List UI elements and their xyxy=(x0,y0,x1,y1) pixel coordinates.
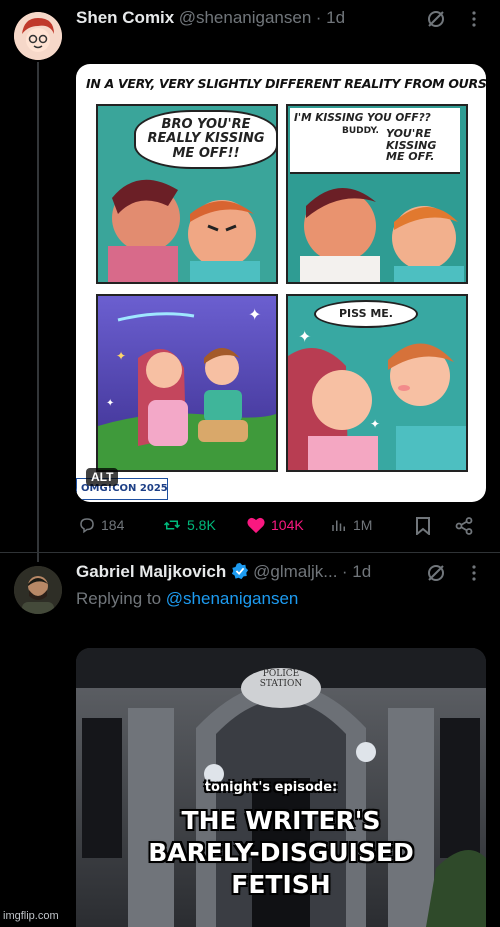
svg-text:✦: ✦ xyxy=(116,349,126,363)
reply-time[interactable]: · 1d xyxy=(342,562,371,581)
reply-author-handle[interactable]: @glmaljk... xyxy=(253,562,337,581)
avatar[interactable] xyxy=(14,566,62,614)
more-icon[interactable] xyxy=(466,562,482,584)
comic-title: IN A VERY, VERY SLIGHTLY DIFFERENT REALI… xyxy=(86,76,486,91)
comic-image[interactable]: IN A VERY, VERY SLIGHTLY DIFFERENT REALI… xyxy=(76,64,486,502)
meme-caption-line-3: FETISH xyxy=(231,870,331,899)
svg-text:✦: ✦ xyxy=(248,305,261,324)
more-icon[interactable] xyxy=(466,8,482,30)
views-button[interactable]: 1M xyxy=(330,516,372,534)
grok-icon[interactable] xyxy=(424,8,448,30)
svg-text:✦: ✦ xyxy=(106,398,114,409)
reply-header: Gabriel Maljkovich @glmaljk... · 1d xyxy=(76,562,371,585)
replying-handle-link[interactable]: @shenanigansen xyxy=(166,589,299,608)
comic-panel-3: ✦ ✦ ✦ xyxy=(96,294,278,472)
alt-badge[interactable]: ALT xyxy=(86,468,119,486)
imgflip-watermark: imgflip.com xyxy=(3,910,59,922)
like-button[interactable]: 104K xyxy=(246,516,304,534)
repost-button[interactable]: 5.8K xyxy=(162,516,216,534)
panel1-speech: BRO YOU'RE REALLY KISSING ME OFF!! xyxy=(134,110,276,169)
svg-text:✦: ✦ xyxy=(298,327,311,346)
comic-panel-4: ✦ ✦ PISS ME. xyxy=(286,294,468,472)
repost-count: 5.8K xyxy=(187,517,216,533)
sign-line-2: STATION xyxy=(259,678,303,689)
view-count: 1M xyxy=(353,517,373,533)
like-count: 104K xyxy=(271,517,304,533)
author-handle[interactable]: @shenanigansen xyxy=(179,8,312,27)
divider xyxy=(0,552,500,553)
post-time[interactable]: · 1d xyxy=(316,8,345,27)
heart-icon xyxy=(247,517,265,534)
reply-icon xyxy=(80,518,94,534)
repost-icon xyxy=(163,520,181,530)
grok-icon[interactable] xyxy=(424,562,448,584)
sign-text: POLICE STATION xyxy=(251,669,311,690)
reply-author-name[interactable]: Gabriel Maljkovich xyxy=(76,562,226,581)
panel2-text-b: BUDDY. xyxy=(342,126,379,136)
replying-prefix: Replying to xyxy=(76,589,162,608)
reply-count: 184 xyxy=(101,517,125,533)
panel2-text-c: YOU'RE KISSING ME OFF. xyxy=(386,127,437,164)
svg-text:✦: ✦ xyxy=(370,417,380,431)
meme-caption-line-1: THE WRITER'S xyxy=(181,806,381,835)
avatar[interactable] xyxy=(14,12,62,60)
thread-line xyxy=(37,62,39,562)
meme-caption-line-2: BARELY-DISGUISED xyxy=(148,838,414,867)
meme-image[interactable]: POLICE STATION tonight's episode: THE WR… xyxy=(76,648,486,927)
panel2-text-a: I'M KISSING YOU OFF?? xyxy=(294,112,431,124)
verified-badge-icon xyxy=(231,562,249,585)
author-name[interactable]: Shen Comix xyxy=(76,8,174,27)
replying-to: Replying to @shenanigansen xyxy=(76,589,298,609)
views-icon xyxy=(332,520,345,531)
share-icon[interactable] xyxy=(454,516,474,536)
bookmark-icon[interactable] xyxy=(414,516,432,536)
panel4-speech: PISS ME. xyxy=(314,300,418,329)
comic-panel-2: I'M KISSING YOU OFF?? BUDDY. YOU'RE KISS… xyxy=(286,104,468,284)
meme-caption-small: tonight's episode: xyxy=(204,780,338,795)
reply-button[interactable]: 184 xyxy=(78,516,124,534)
post-header: Shen Comix @shenanigansen · 1d xyxy=(76,8,345,28)
comic-panel-1: BRO YOU'RE REALLY KISSING ME OFF!! xyxy=(96,104,278,284)
panel2-speech-box: I'M KISSING YOU OFF?? BUDDY. YOU'RE KISS… xyxy=(290,108,460,174)
